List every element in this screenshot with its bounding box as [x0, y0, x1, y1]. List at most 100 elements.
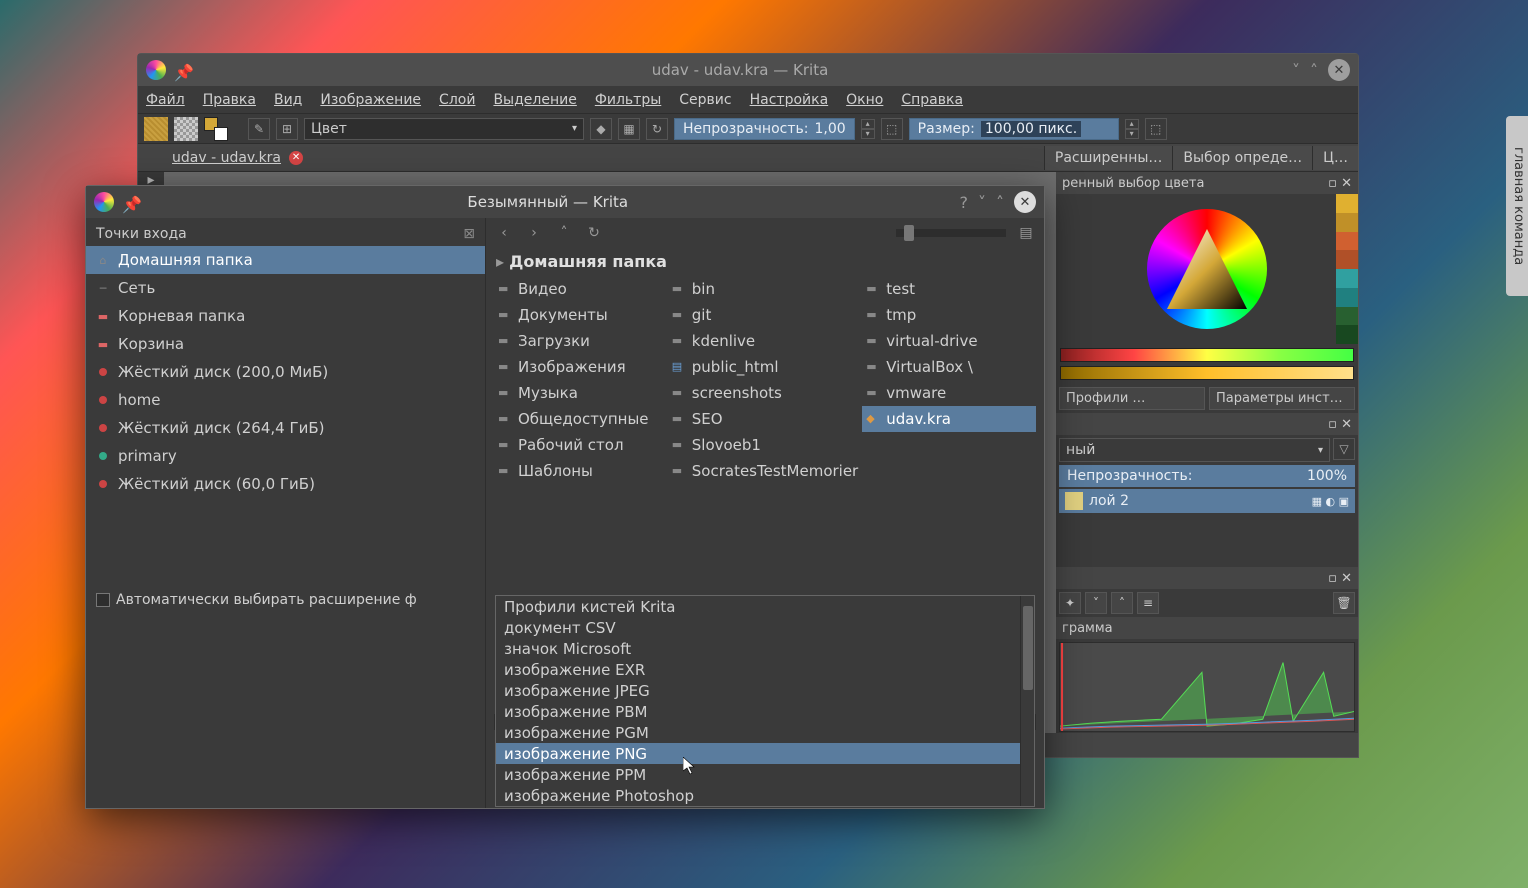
breadcrumb[interactable]: Домашняя папка [486, 248, 1044, 276]
layer-props-icon[interactable]: ≡ [1137, 592, 1159, 614]
filter-option[interactable]: изображение PGM [496, 722, 1034, 743]
alpha-lock-icon[interactable]: ▦ [618, 118, 640, 140]
places-close-icon[interactable]: ⊠ [463, 226, 475, 242]
place-item[interactable]: Жёсткий диск (200,0 МиБ) [86, 358, 485, 386]
file-item[interactable]: ▬tmp [862, 302, 1036, 328]
dialog-maximize-icon[interactable]: ˄ [996, 193, 1004, 212]
layer-flags-icon[interactable]: ▦ ◐ ▣ [1312, 495, 1349, 508]
place-item[interactable]: Жёсткий диск (60,0 ГиБ) [86, 470, 485, 498]
dialog-pin-icon[interactable]: 📌 [122, 195, 136, 209]
layer-down-icon[interactable]: ˅ [1085, 592, 1107, 614]
place-item[interactable]: ▬Корневая папка [86, 302, 485, 330]
filter-option[interactable]: значок Microsoft [496, 638, 1034, 659]
nav-up-icon[interactable]: ˄ [554, 223, 574, 243]
pattern-swatch[interactable] [174, 117, 198, 141]
place-item[interactable]: ⌂Домашняя папка [86, 246, 485, 274]
blend-mode-dropdown[interactable]: Цвет ▾ [304, 118, 584, 140]
reload-icon[interactable]: ↻ [646, 118, 668, 140]
file-item[interactable]: ▤public_html [668, 354, 862, 380]
file-item[interactable]: ▬VirtualBox \ [862, 354, 1036, 380]
menu-image[interactable]: Изображение [320, 92, 421, 108]
file-item[interactable]: ◆udav.kra [862, 406, 1036, 432]
opacity-lock-icon[interactable]: ⬚ [881, 118, 903, 140]
file-item[interactable]: ▬Общедоступные [494, 406, 668, 432]
close-icon[interactable]: ✕ [1328, 59, 1350, 81]
file-item[interactable]: ▬kdenlive [668, 328, 862, 354]
icon-size-slider[interactable] [896, 229, 1006, 237]
grid-tool-icon[interactable]: ⊞ [276, 118, 298, 140]
file-item[interactable]: ▬Загрузки [494, 328, 668, 354]
panel-controls-icon[interactable]: ▫ ✕ [1328, 176, 1352, 191]
pin-icon[interactable]: 📌 [174, 63, 188, 77]
place-item[interactable]: home [86, 386, 485, 414]
opacity-spinner[interactable]: ▴▾ [861, 119, 875, 139]
size-slider[interactable]: Размер: 100,00 пикс. [909, 118, 1119, 140]
gradient-swatch[interactable] [144, 117, 168, 141]
file-item[interactable]: ▬screenshots [668, 380, 862, 406]
filter-layers-icon[interactable]: ▽ [1333, 438, 1355, 460]
params-tab[interactable]: Параметры инстр… [1209, 387, 1355, 410]
file-item[interactable]: ▬SEO [668, 406, 862, 432]
filter-option[interactable]: Профили кистей Krita [496, 596, 1034, 617]
menu-edit[interactable]: Правка [203, 92, 256, 108]
menu-layer[interactable]: Слой [439, 92, 475, 108]
file-item[interactable]: ▬bin [668, 276, 862, 302]
file-item[interactable]: ▬Музыка [494, 380, 668, 406]
filter-option[interactable]: изображение PBM [496, 701, 1034, 722]
hue-slider[interactable] [1060, 348, 1354, 362]
document-tab[interactable]: udav - udav.kra ✕ [138, 146, 315, 170]
file-item[interactable]: ▬test [862, 276, 1036, 302]
fgbg-swatch[interactable] [204, 117, 228, 141]
file-item[interactable]: ▬SocratesTestMemorier [668, 458, 862, 484]
auto-extension-row[interactable]: Автоматически выбирать расширение ф [86, 588, 485, 612]
color-history-strip[interactable] [1336, 194, 1358, 344]
filter-option[interactable]: изображение Photoshop [496, 785, 1034, 806]
file-item[interactable]: ▬Slovoeb1 [668, 432, 862, 458]
auto-extension-checkbox[interactable] [96, 593, 110, 607]
menu-filters[interactable]: Фильтры [595, 92, 661, 108]
filter-option[interactable]: изображение PNG [496, 743, 1034, 764]
file-item[interactable]: ▬git [668, 302, 862, 328]
minimize-icon[interactable]: ˅ [1292, 61, 1300, 80]
dialog-help-icon[interactable]: ? [960, 193, 969, 212]
view-mode-icon[interactable]: ▤ [1016, 223, 1036, 243]
place-item[interactable]: Жёсткий диск (264,4 ГиБ) [86, 414, 485, 442]
opacity-slider[interactable]: Непрозрачность: 1,00 [674, 118, 855, 140]
sat-slider[interactable] [1060, 366, 1354, 380]
menu-select[interactable]: Выделение [493, 92, 576, 108]
size-lock-icon[interactable]: ⬚ [1145, 118, 1167, 140]
layers-controls-icon[interactable]: ▫ ✕ [1328, 417, 1352, 432]
size-spinner[interactable]: ▴▾ [1125, 119, 1139, 139]
maximize-icon[interactable]: ˄ [1310, 61, 1318, 80]
dialog-minimize-icon[interactable]: ˅ [978, 193, 986, 212]
layer-opacity-slider[interactable]: Непрозрачность: 100% [1059, 465, 1355, 487]
file-item[interactable]: ▬virtual-drive [862, 328, 1036, 354]
file-item[interactable]: ▬vmware [862, 380, 1036, 406]
file-item[interactable]: ▬Шаблоны [494, 458, 668, 484]
eraser-icon[interactable]: ◆ [590, 118, 612, 140]
blend-mode-select[interactable]: ный▾ [1059, 438, 1330, 462]
color-wheel[interactable] [1056, 194, 1358, 344]
file-item[interactable]: ▬Документы [494, 302, 668, 328]
layer-up-icon[interactable]: ˄ [1111, 592, 1133, 614]
menu-file[interactable]: Файл [146, 92, 185, 108]
profiles-tab[interactable]: Профили … [1059, 387, 1205, 410]
panel-close-icon[interactable]: ▫ ✕ [1328, 571, 1352, 586]
desktop-edge-tab[interactable]: главная команда [1506, 116, 1528, 296]
docker-tab-c[interactable]: Ц… [1312, 146, 1358, 170]
add-layer-icon[interactable]: ✦ [1059, 592, 1081, 614]
filter-option[interactable]: документ CSV [496, 617, 1034, 638]
menu-window[interactable]: Окно [846, 92, 883, 108]
place-item[interactable]: primary [86, 442, 485, 470]
menu-view[interactable]: Вид [274, 92, 302, 108]
dialog-close-icon[interactable]: ✕ [1014, 191, 1036, 213]
docker-tab-specific[interactable]: Выбор опреде… [1172, 146, 1312, 170]
filter-list-scrollbar[interactable] [1020, 596, 1034, 806]
menu-help[interactable]: Справка [901, 92, 963, 108]
file-item[interactable]: ▬Рабочий стол [494, 432, 668, 458]
menu-settings[interactable]: Настройка [750, 92, 829, 108]
menu-tools[interactable]: Сервис [679, 92, 731, 108]
delete-layer-icon[interactable]: 🗑 [1333, 592, 1355, 614]
layer-row[interactable]: лой 2 ▦ ◐ ▣ [1059, 489, 1355, 513]
file-item[interactable]: ▬Видео [494, 276, 668, 302]
